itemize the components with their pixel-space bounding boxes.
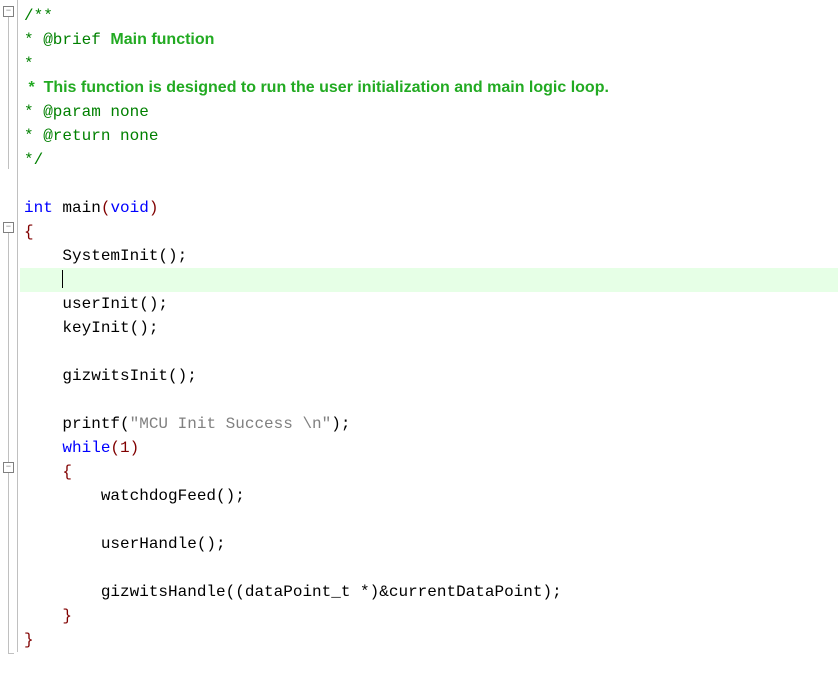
fold-toggle-while[interactable]: − [3,462,14,473]
paren-close: ) [149,199,159,217]
code-line: * @param none [20,100,838,124]
printf-end: ); [331,415,350,433]
current-line [20,268,838,292]
blank-line [20,172,838,196]
indent [24,271,62,289]
keyword-void: void [110,199,148,217]
comment-close: */ [24,151,43,169]
fold-toggle-function[interactable]: − [3,222,14,233]
printf-pre: printf( [24,415,130,433]
while-cond: (1) [110,439,139,457]
code-line: * This function is designed to run the u… [20,76,838,100]
code-line: userHandle(); [20,532,838,556]
comment-star: * [24,55,34,73]
call-user-handle: userHandle(); [24,535,226,553]
code-line: int main(void) [20,196,838,220]
brace-close: } [24,631,34,649]
code-line: * @return none [20,124,838,148]
comment-open: /** [24,7,53,25]
call-system-init: SystemInit(); [24,247,187,265]
code-line: { [20,460,838,484]
code-line: while(1) [20,436,838,460]
code-line: { [20,220,838,244]
call-key-init: keyInit(); [24,319,158,337]
code-line: watchdogFeed(); [20,484,838,508]
call-user-init: userInit(); [24,295,168,313]
comment-brief-tag: * @brief [24,31,110,49]
code-line: } [20,628,838,652]
blank-line [20,556,838,580]
code-line: gizwitsInit(); [20,364,838,388]
fold-line [8,17,9,169]
call-gizwits-handle: gizwitsHandle((dataPoint_t *)&currentDat… [24,583,562,601]
inner-brace-close: } [24,607,72,625]
comment-return: * @return none [24,127,158,145]
fold-toggle-comment[interactable]: − [3,6,14,17]
code-editor: − − − /** * @brief Main function * * Thi… [0,0,838,652]
code-line: * @brief Main function [20,28,838,52]
call-gizwits-init: gizwitsInit(); [24,367,197,385]
brace-open: { [24,223,34,241]
printf-string: "MCU Init Success \n" [130,415,332,433]
paren-open: ( [101,199,111,217]
inner-brace-open: { [24,463,72,481]
call-watchdog: watchdogFeed(); [24,487,245,505]
code-line: userInit(); [20,292,838,316]
keyword-int: int [24,199,53,217]
code-line: * [20,52,838,76]
fn-main: main [53,199,101,217]
comment-brief-text: Main function [110,31,214,48]
text-caret [62,270,63,288]
fold-end [8,653,14,654]
code-line: /** [20,4,838,28]
blank-line [20,508,838,532]
comment-param: * @param none [24,103,149,121]
code-line: printf("MCU Init Success \n"); [20,412,838,436]
code-line: */ [20,148,838,172]
blank-line [20,388,838,412]
comment-desc-prefix: * [24,79,44,96]
code-line: keyInit(); [20,316,838,340]
blank-line [20,340,838,364]
code-line: gizwitsHandle((dataPoint_t *)&currentDat… [20,580,838,604]
code-line: } [20,604,838,628]
code-line: SystemInit(); [20,244,838,268]
fold-gutter: − − − [0,0,18,652]
fold-line [8,233,9,653]
keyword-while: while [24,439,110,457]
comment-desc-text: This function is designed to run the use… [44,79,609,96]
